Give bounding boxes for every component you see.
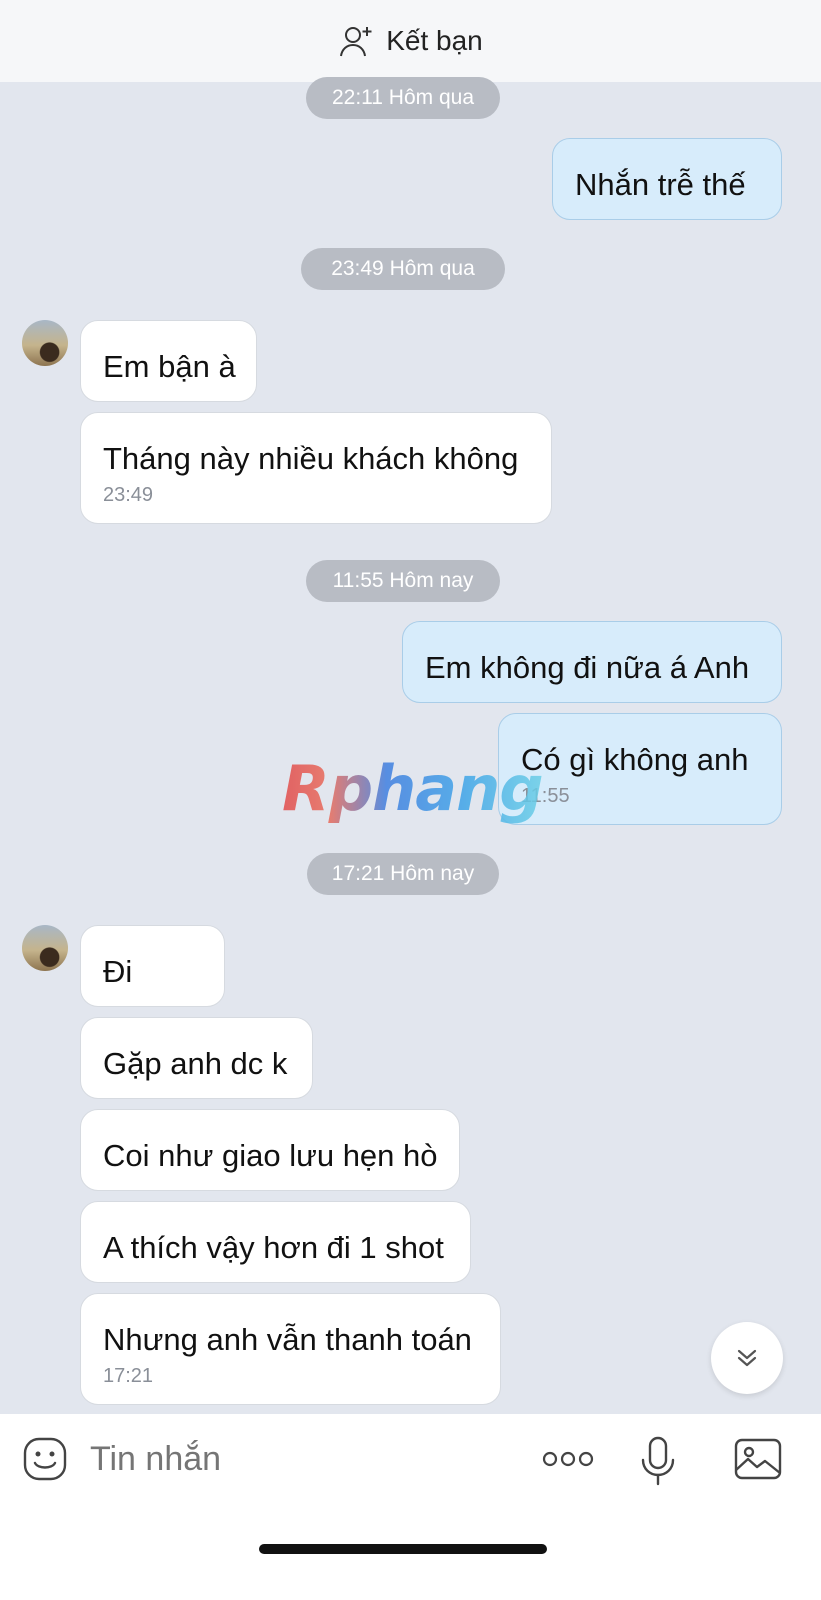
microphone-icon[interactable]: [640, 1436, 676, 1486]
message-text: Đi: [103, 954, 133, 989]
timestamp-pill: 23:49 Hôm qua: [301, 248, 505, 290]
message-bubble-incoming[interactable]: Nhưng anh vẫn thanh toán 17:21: [80, 1293, 501, 1405]
message-text: Em bận à: [103, 349, 236, 384]
message-text: Gặp anh dc k: [103, 1046, 288, 1081]
image-icon[interactable]: [734, 1438, 782, 1480]
message-bubble-incoming[interactable]: Đi: [80, 925, 225, 1007]
message-text: Nhưng anh vẫn thanh toán: [103, 1322, 472, 1357]
timestamp-pill: 22:11 Hôm qua: [306, 77, 500, 119]
add-user-icon: [340, 27, 372, 57]
add-friend-label: Kết bạn: [386, 25, 483, 56]
message-text: Nhắn trễ thế: [575, 167, 746, 202]
message-time: 17:21: [103, 1365, 154, 1387]
timestamp-pill: 11:55 Hôm nay: [306, 560, 500, 602]
message-bubble-incoming[interactable]: A thích vậy hơn đi 1 shot: [80, 1201, 471, 1283]
message-time: 23:49: [103, 484, 154, 506]
message-bubble-outgoing[interactable]: Nhắn trễ thế: [552, 138, 782, 220]
message-bubble-outgoing[interactable]: Em không đi nữa á Anh: [402, 621, 782, 703]
composer-bar: [0, 1414, 821, 1600]
message-text: Tháng này nhiều khách không: [103, 441, 519, 476]
avatar[interactable]: [22, 320, 68, 366]
watermark: Rphang: [282, 752, 544, 825]
message-bubble-incoming[interactable]: Coi như giao lưu hẹn hò: [80, 1109, 460, 1191]
message-bubble-incoming[interactable]: Tháng này nhiều khách không 23:49: [80, 412, 552, 524]
chevron-double-down-icon: [737, 1349, 757, 1367]
more-dots-icon[interactable]: [542, 1450, 594, 1468]
home-indicator[interactable]: [259, 1544, 547, 1554]
avatar[interactable]: [22, 925, 68, 971]
message-text: Có gì không anh: [521, 742, 749, 777]
message-bubble-incoming[interactable]: Gặp anh dc k: [80, 1017, 313, 1099]
message-bubble-incoming[interactable]: Em bận à: [80, 320, 257, 402]
timestamp-pill: 17:21 Hôm nay: [307, 853, 499, 895]
scroll-to-bottom-button[interactable]: [711, 1322, 783, 1394]
emoji-icon[interactable]: [22, 1436, 68, 1482]
message-text: Coi như giao lưu hẹn hò: [103, 1138, 438, 1173]
message-input[interactable]: [90, 1440, 490, 1479]
add-friend-button[interactable]: Kết bạn: [0, 0, 821, 82]
message-text: Em không đi nữa á Anh: [425, 650, 750, 685]
message-text: A thích vậy hơn đi 1 shot: [103, 1230, 444, 1265]
